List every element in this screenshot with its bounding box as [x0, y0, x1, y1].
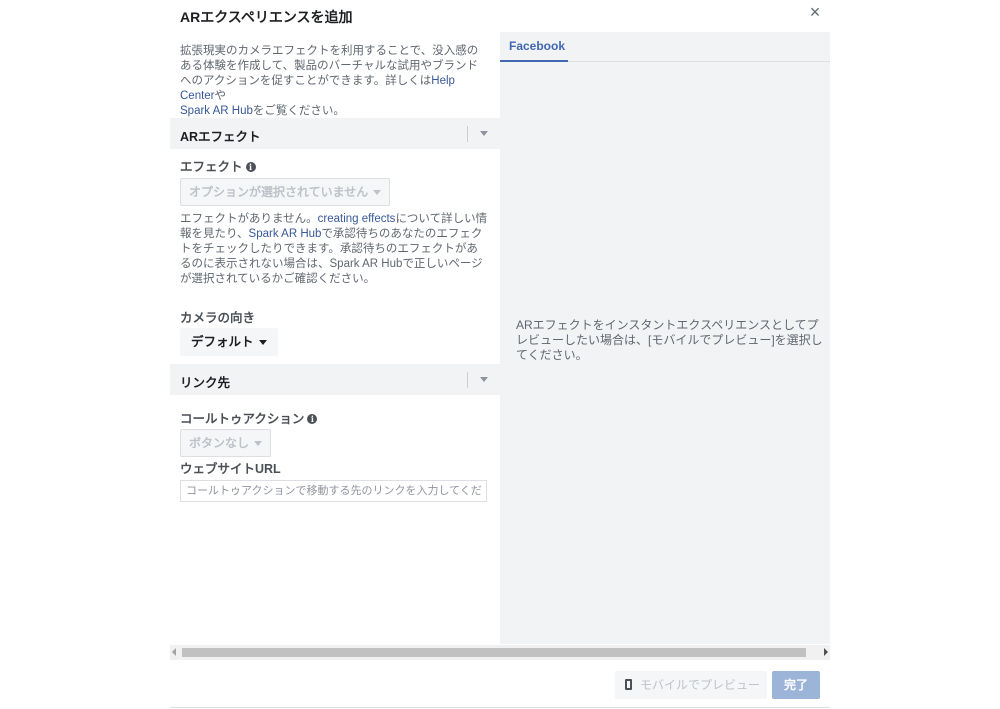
preview-message: ARエフェクトをインスタントエクスペリエンスとしてプレビューしたい場合は、[モバ… — [516, 318, 823, 362]
creating-effects-link[interactable]: creating effects — [318, 213, 396, 225]
info-icon[interactable]: i — [307, 414, 318, 424]
effect-description: エフェクトがありません。creating effectsについて詳しい情報を見た… — [180, 212, 488, 287]
effect-select[interactable]: オプションが選択されていません — [180, 178, 391, 206]
camera-direction-label: カメラの向き — [180, 311, 256, 325]
intro-text: 拡張現実のカメラエフェクトを利用することで、没入感のある体験を作成して、製品のバ… — [180, 44, 485, 119]
cta-select[interactable]: ボタンなし — [180, 429, 272, 457]
section-divider — [467, 372, 468, 388]
scroll-right-icon[interactable] — [824, 648, 828, 656]
spark-ar-hub-link[interactable]: Spark AR Hub — [180, 105, 253, 117]
website-url-input[interactable] — [180, 480, 487, 502]
section-divider — [467, 126, 468, 142]
close-icon[interactable]: × — [806, 3, 824, 21]
ar-effect-section-header[interactable]: ARエフェクト — [170, 118, 500, 149]
preview-on-mobile-label: モバイルでプレビュー — [640, 678, 761, 692]
caret-down-icon — [373, 190, 382, 195]
spark-ar-hub-link-2[interactable]: Spark AR Hub — [249, 228, 322, 240]
camera-direction-value: デフォルト — [191, 335, 254, 349]
horizontal-scrollbar[interactable] — [170, 645, 830, 660]
website-url-label: ウェブサイトURL — [180, 462, 281, 476]
effect-label-text: エフェクト — [180, 160, 243, 174]
caret-down-icon — [254, 441, 263, 446]
tab-facebook-label: Facebook — [509, 39, 566, 53]
ar-effect-section-title: ARエフェクト — [180, 130, 261, 144]
effect-label: エフェクト i — [180, 156, 256, 175]
link-section-header[interactable]: リンク先 — [170, 364, 500, 395]
preview-on-mobile-button[interactable]: モバイルでプレビュー — [615, 671, 767, 699]
effect-select-value: オプションが選択されていません — [189, 185, 369, 199]
scrollbar-thumb[interactable] — [182, 648, 806, 657]
info-icon[interactable]: i — [245, 162, 256, 172]
cta-label: コールトゥアクション i — [180, 408, 318, 427]
scroll-left-icon[interactable] — [172, 648, 176, 656]
intro-text-mid: や — [214, 90, 227, 102]
footer-divider — [170, 707, 830, 708]
phone-icon — [625, 679, 632, 690]
chevron-down-icon[interactable] — [476, 371, 492, 387]
cta-label-text: コールトゥアクション — [180, 412, 305, 426]
tab-facebook[interactable]: Facebook — [500, 32, 568, 62]
chevron-down-icon[interactable] — [476, 125, 492, 141]
intro-text-after: をご覧ください。 — [252, 105, 345, 117]
settings-panel: 拡張現実のカメラエフェクトを利用することで、没入感のある体験を作成して、製品のバ… — [170, 32, 500, 644]
effect-desc-before: エフェクトがありません。 — [180, 213, 318, 225]
preview-panel: Facebook ARエフェクトをインスタントエクスペリエンスとしてプレビューし… — [500, 32, 830, 644]
camera-direction-select[interactable]: デフォルト — [180, 328, 278, 356]
caret-down-icon — [258, 340, 267, 345]
dialog-title: ARエクスペリエンスを追加 — [180, 9, 353, 25]
done-button[interactable]: 完了 — [772, 671, 820, 699]
preview-tab-bar: Facebook — [500, 32, 830, 62]
add-ar-experience-dialog: ARエクスペリエンスを追加 × 拡張現実のカメラエフェクトを利用することで、没入… — [170, 0, 830, 709]
cta-select-value: ボタンなし — [189, 436, 250, 450]
link-section-title: リンク先 — [180, 376, 231, 390]
